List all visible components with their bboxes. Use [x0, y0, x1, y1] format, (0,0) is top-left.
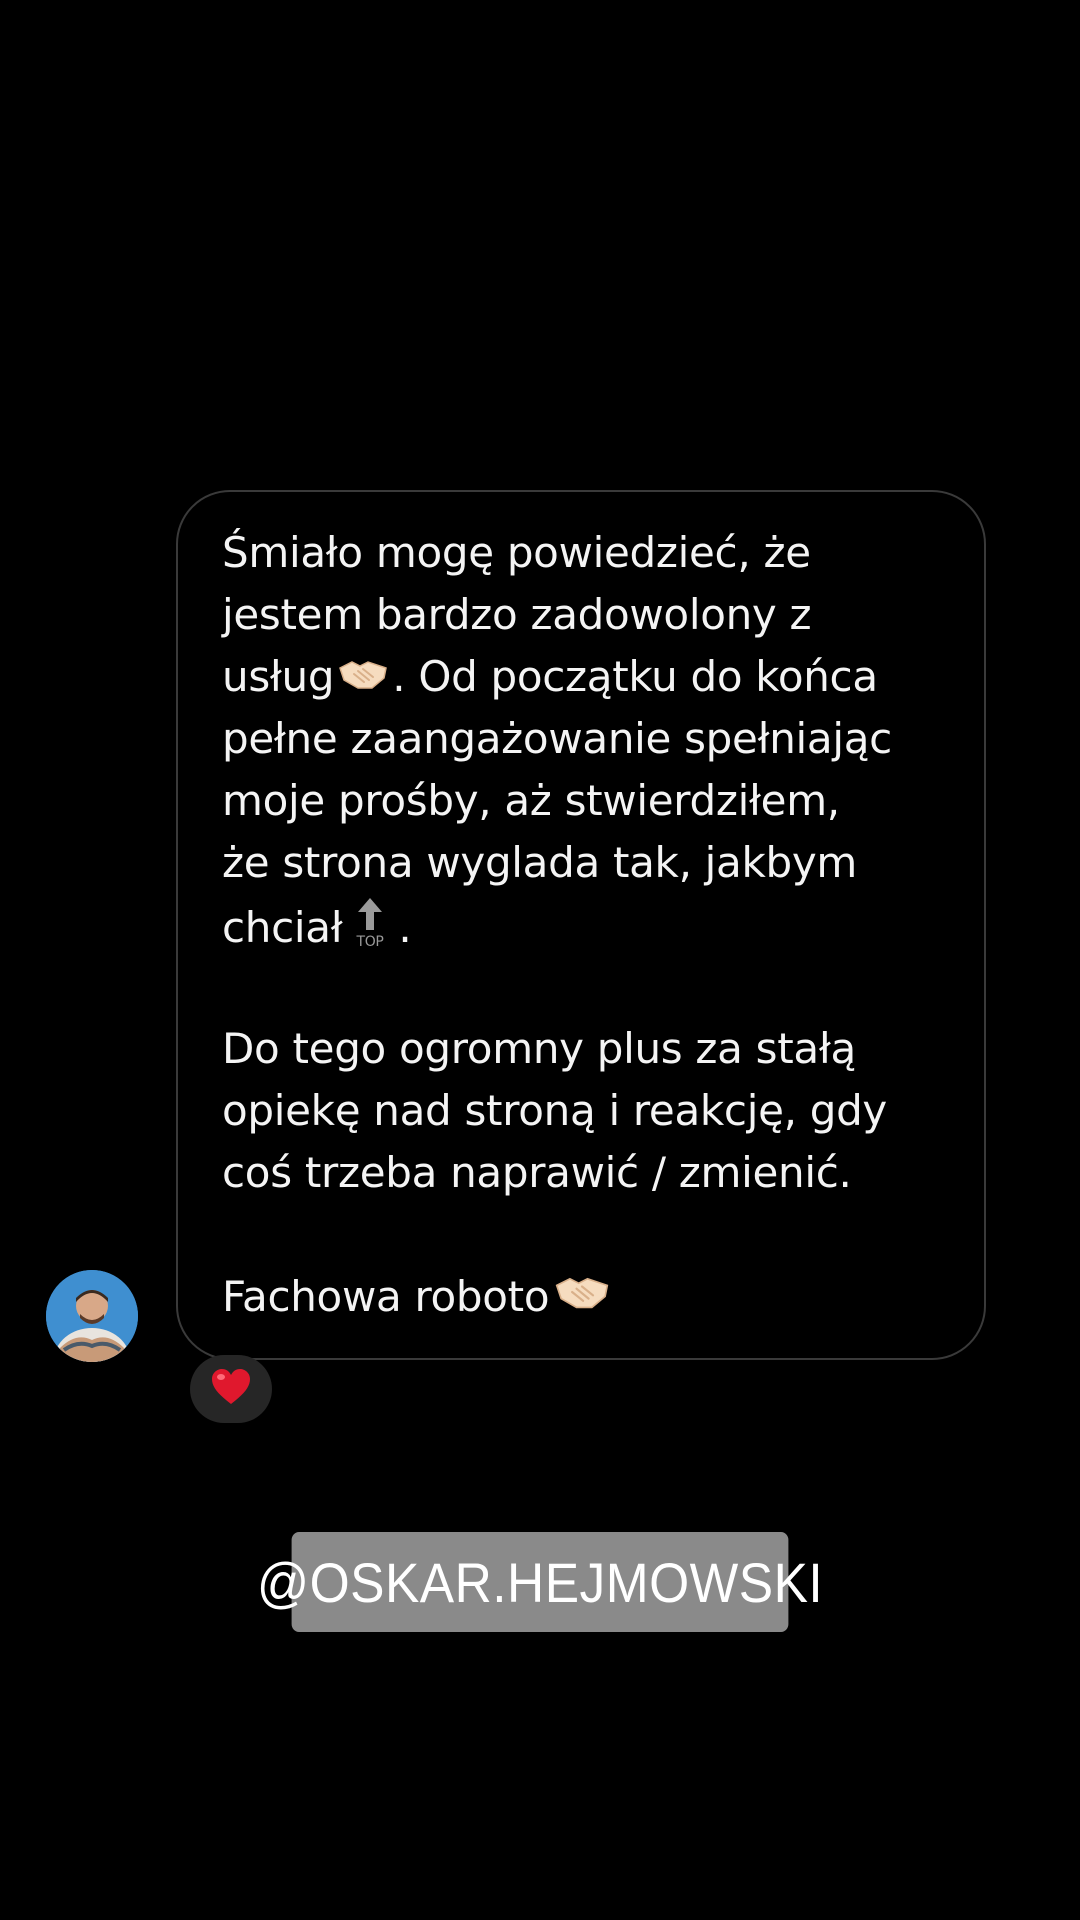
story-screen: Śmiało mogę powiedzieć, że jestem bardzo… — [0, 0, 1080, 1920]
message-text: Fachowa roboto — [222, 1272, 550, 1321]
top-arrow-icon: TOP — [346, 894, 394, 967]
reaction-badge[interactable] — [190, 1355, 272, 1423]
message-line: opiekę nad stroną i reakcję, gdy — [222, 1086, 887, 1135]
handshake-icon — [338, 649, 388, 711]
message-text: usług — [222, 652, 335, 701]
message-line: usług . Od początku do końca — [222, 646, 944, 708]
message-text: chciał — [222, 903, 343, 952]
message-line: Śmiało mogę powiedzieć, że — [222, 528, 811, 577]
message-line: Fachowa roboto — [222, 1266, 944, 1328]
heart-icon — [210, 1368, 252, 1410]
message-line: moje prośby, aż stwierdziłem, — [222, 776, 840, 825]
message-line: pełne zaangażowanie spełniając — [222, 714, 892, 763]
message-line: Do tego ogromny plus za stałą — [222, 1024, 856, 1073]
mention-sticker[interactable]: @OSKAR.HEJMOWSKI — [257, 1532, 823, 1632]
message-bubble: Śmiało mogę powiedzieć, że jestem bardzo… — [176, 490, 986, 1360]
avatar[interactable] — [46, 1270, 138, 1362]
message-line: chciał TOP . — [222, 894, 944, 956]
message-line: że strona wyglada tak, jakbym — [222, 838, 858, 887]
message-text: . — [398, 903, 412, 952]
message-text: . Od początku do końca — [392, 652, 878, 701]
message-line: coś trzeba naprawić / zmienić. — [222, 1148, 852, 1197]
top-icon-label: TOP — [356, 934, 384, 950]
handshake-icon — [553, 1269, 611, 1331]
message-line: jestem bardzo zadowolony z — [222, 590, 812, 639]
